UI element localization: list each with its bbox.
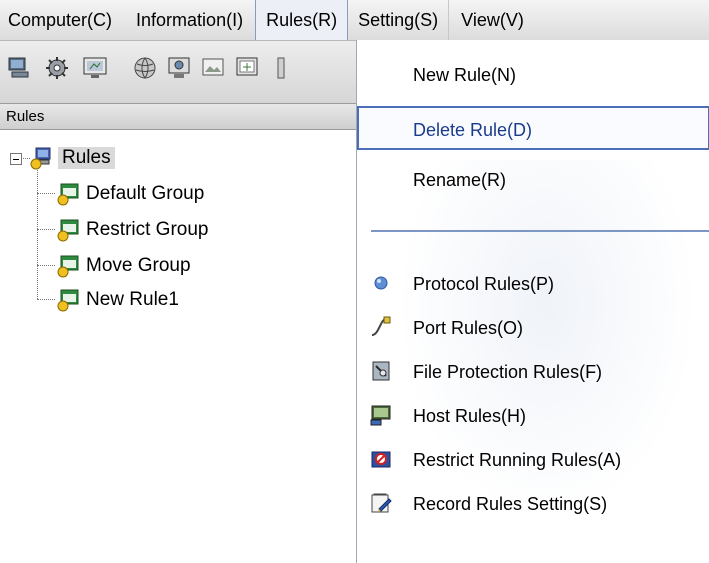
- menu-item-new-rule[interactable]: New Rule(N): [357, 53, 709, 97]
- protocol-icon: [369, 271, 393, 295]
- gear-icon[interactable]: [44, 55, 70, 81]
- tree-connector: [37, 299, 55, 300]
- menu-item-restrict-running-rules[interactable]: Restrict Running Rules(A): [357, 438, 709, 482]
- screen-capture-icon[interactable]: [166, 55, 192, 81]
- menu-item-label: Restrict Running Rules(A): [413, 450, 622, 470]
- host-icon: [369, 403, 393, 427]
- menu-item-protocol-rules[interactable]: Protocol Rules(P): [357, 262, 709, 306]
- menu-item-delete-rule[interactable]: Delete Rule(D): [357, 106, 709, 150]
- collapse-toggle[interactable]: [10, 153, 22, 165]
- computer-group-icon: [30, 146, 54, 170]
- tree-item-label: Default Group: [86, 183, 205, 204]
- display-icon[interactable]: [234, 55, 260, 81]
- menu-item-record-rules-setting[interactable]: Record Rules Setting(S): [357, 482, 709, 526]
- picture-icon[interactable]: [200, 55, 226, 81]
- tree-item-default-group[interactable]: Default Group: [56, 179, 204, 209]
- group-icon: [56, 182, 80, 206]
- toolbar-overflow-icon[interactable]: [268, 55, 285, 81]
- tree-item-label: New Rule1: [86, 289, 179, 310]
- menu-item-file-protection-rules[interactable]: File Protection Rules(F): [357, 350, 709, 394]
- restrict-running-icon: [369, 447, 393, 471]
- tree-item-label: Restrict Group: [86, 219, 209, 240]
- record-setting-icon: [369, 491, 393, 515]
- tree-item-restrict-group[interactable]: Restrict Group: [56, 215, 208, 245]
- group-icon: [56, 288, 80, 312]
- tree-connector: [37, 265, 55, 266]
- tree-root[interactable]: Rules: [30, 143, 115, 173]
- menu-bar: Computer(C) Information(I) Rules(R) Sett…: [0, 0, 709, 41]
- panel-header: Rules: [0, 104, 356, 130]
- menu-item-label: Delete Rule(D): [413, 120, 533, 140]
- menu-item-label: Host Rules(H): [413, 406, 527, 426]
- menu-item-host-rules[interactable]: Host Rules(H): [357, 394, 709, 438]
- tree-item-move-group[interactable]: Move Group: [56, 251, 191, 281]
- port-icon: [369, 315, 393, 339]
- menu-rules[interactable]: Rules(R): [255, 0, 349, 40]
- group-icon: [56, 218, 80, 242]
- tree-connector: [37, 193, 55, 194]
- menu-setting[interactable]: Setting(S): [348, 0, 450, 40]
- rules-dropdown-menu: New Rule(N) Delete Rule(D) Rename(R) Pro…: [356, 40, 709, 563]
- tree-connector-vertical: [37, 157, 38, 299]
- tree-connector: [37, 229, 55, 230]
- computer-icon[interactable]: [6, 55, 32, 81]
- menu-item-label: New Rule(N): [413, 65, 517, 85]
- toolbar: [0, 41, 356, 104]
- menu-item-port-rules[interactable]: Port Rules(O): [357, 306, 709, 350]
- tree-item-new-rule1[interactable]: New Rule1: [56, 285, 179, 315]
- menu-item-rename[interactable]: Rename(R): [357, 158, 709, 202]
- rules-tree: Rules Default Group Restrict Group Move …: [0, 131, 356, 563]
- group-icon: [56, 254, 80, 278]
- tree-item-label: Move Group: [86, 255, 191, 276]
- monitor-icon[interactable]: [82, 55, 108, 81]
- menu-item-label: Port Rules(O): [413, 318, 524, 338]
- menu-information[interactable]: Information(I): [124, 0, 255, 40]
- file-protection-icon: [369, 359, 393, 383]
- menu-item-label: Rename(R): [413, 170, 507, 190]
- menu-separator: [371, 230, 709, 232]
- menu-computer[interactable]: Computer(C): [0, 0, 124, 40]
- menu-item-label: Record Rules Setting(S): [413, 494, 608, 514]
- network-icon[interactable]: [132, 55, 158, 81]
- tree-root-label: Rules: [58, 147, 115, 169]
- menu-item-label: File Protection Rules(F): [413, 362, 603, 382]
- menu-view[interactable]: View(V): [449, 0, 536, 40]
- menu-item-label: Protocol Rules(P): [413, 274, 555, 294]
